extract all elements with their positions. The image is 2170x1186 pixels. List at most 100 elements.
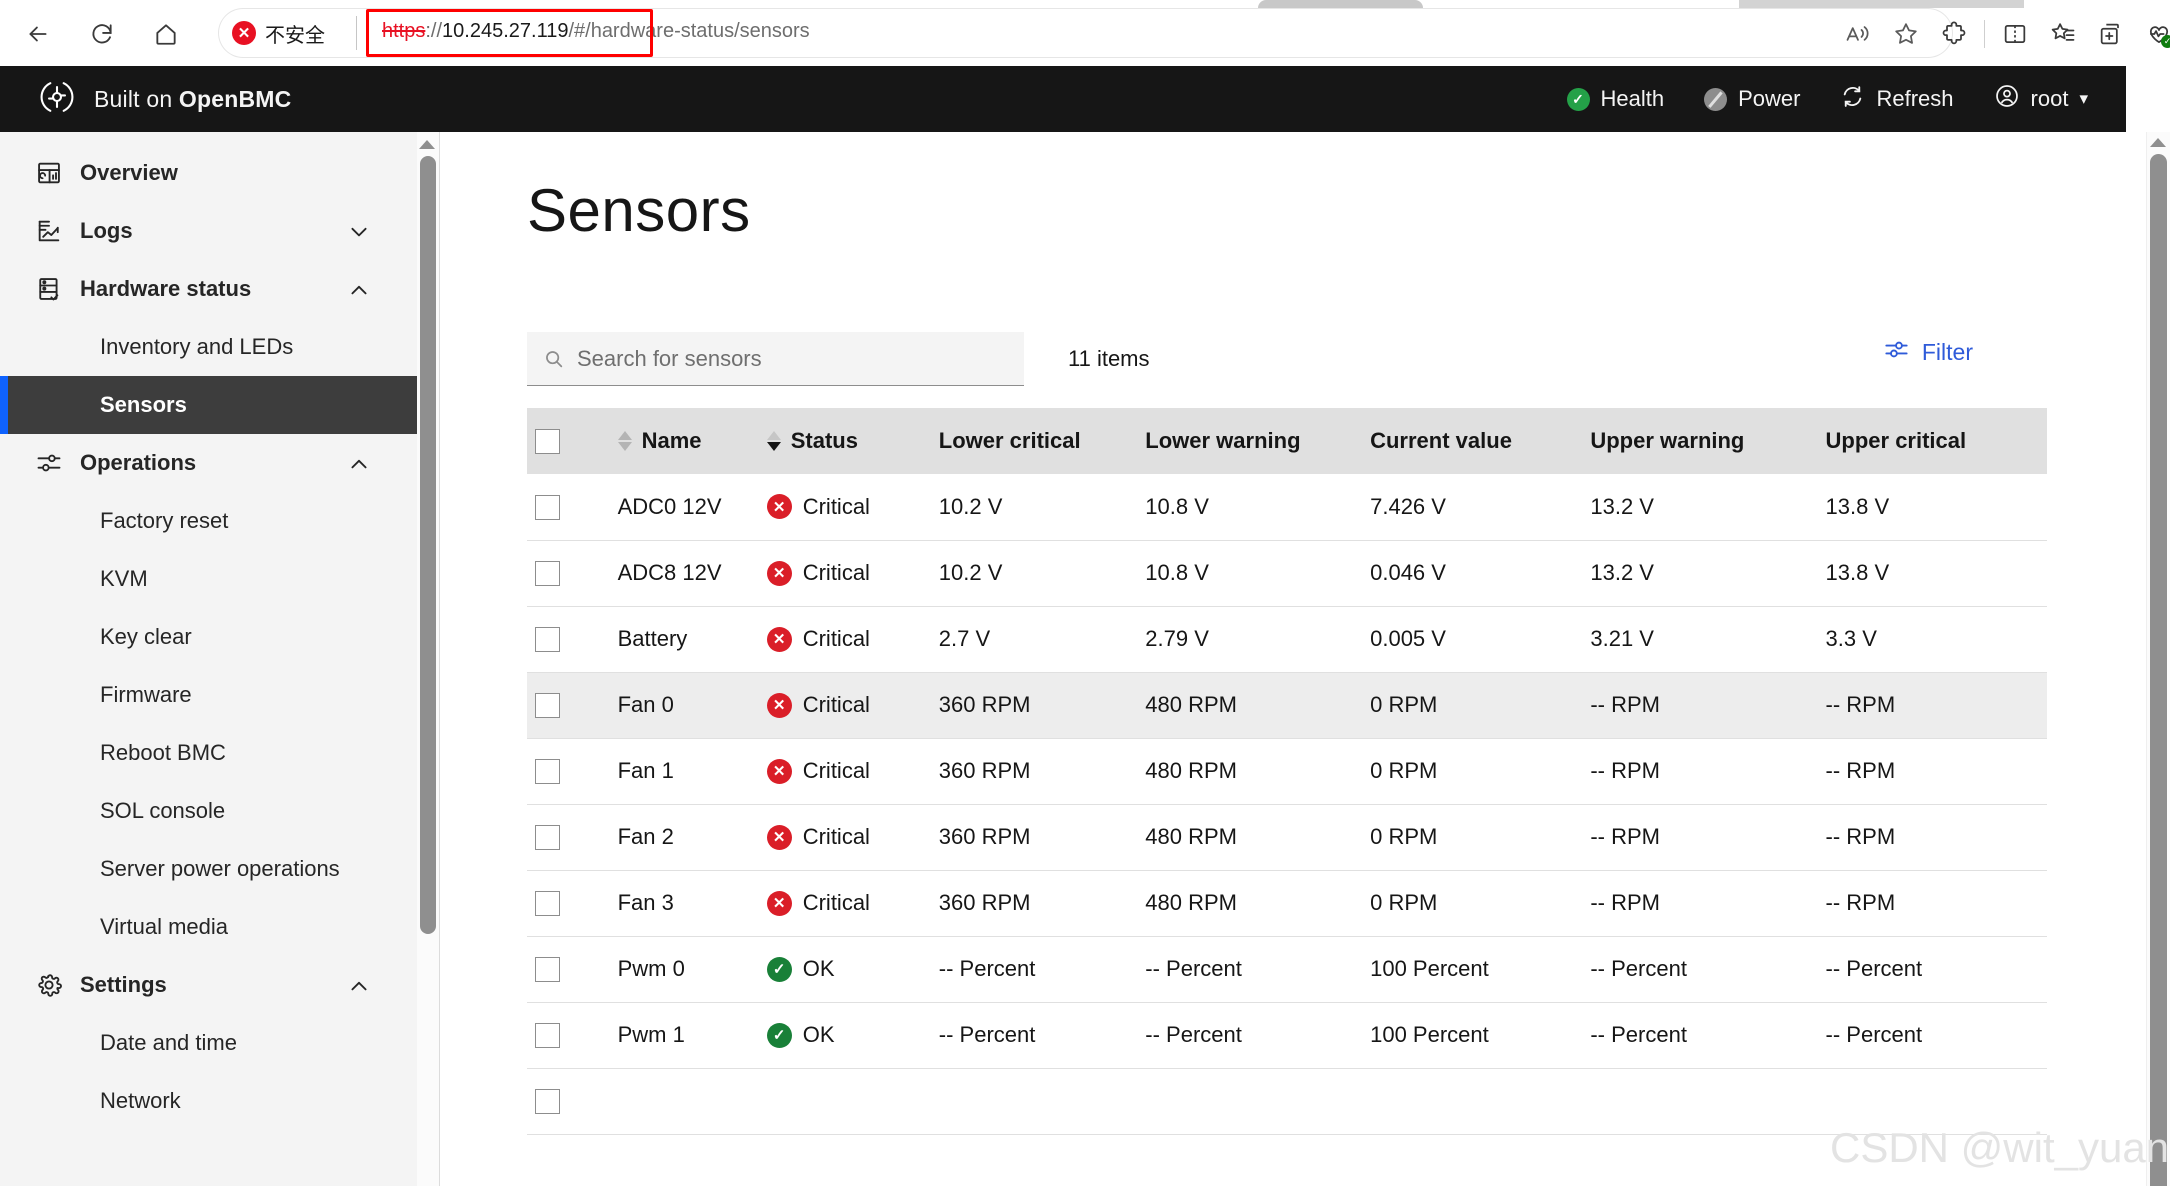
column-header-label: Upper critical: [1825, 428, 1967, 453]
sidebar-item-sensors[interactable]: Sensors: [0, 376, 418, 434]
sidebar-item-kvm[interactable]: KVM: [0, 550, 418, 608]
sidebar-item-server-power-operations[interactable]: Server power operations: [0, 840, 418, 898]
sidebar-item-overview[interactable]: Overview: [0, 144, 418, 202]
search-box[interactable]: [527, 332, 1024, 386]
page-scrollbar-thumb[interactable]: [2150, 154, 2167, 1186]
status-label: Critical: [802, 692, 870, 717]
sidebar-item-network[interactable]: Network: [0, 1072, 418, 1130]
row-checkbox-cell[interactable]: [527, 804, 610, 871]
favorite-star-icon[interactable]: [1882, 10, 1930, 58]
chevron-up-icon[interactable]: [348, 452, 370, 474]
sort-arrows-icon[interactable]: [617, 431, 632, 451]
cell-status: ✕ Critical: [758, 672, 931, 739]
row-checkbox-cell[interactable]: [527, 606, 610, 673]
sidebar-item-inventory-and-leds[interactable]: Inventory and LEDs: [0, 318, 418, 376]
table-row[interactable]: Pwm 0 ✓ OK -- Percent -- Percent 100 Percent -…: [527, 936, 2047, 1003]
cell-name: Pwm 0: [609, 936, 759, 1003]
page-scrollbar[interactable]: [2146, 132, 2170, 1186]
table-row[interactable]: Fan 3 ✕ Critical 360 RPM 480 RPM 0 RPM -- RPM -…: [527, 870, 2047, 937]
sidebar-scrollbar[interactable]: [417, 132, 439, 1186]
split-screen-icon[interactable]: [1991, 10, 2039, 58]
row-checkbox[interactable]: [535, 957, 560, 983]
row-checkbox[interactable]: [535, 825, 560, 851]
sidebar-item-label: Inventory and LEDs: [100, 334, 294, 359]
url-text[interactable]: https://10.245.27.119/#/hardware-status/…: [382, 20, 810, 48]
row-checkbox[interactable]: [535, 759, 560, 785]
column-header-name[interactable]: Name: [609, 408, 759, 474]
home-button[interactable]: [146, 14, 186, 54]
chevron-up-icon[interactable]: [348, 974, 370, 996]
row-checkbox-cell[interactable]: [527, 672, 610, 739]
cell-name: Fan 3: [609, 870, 759, 937]
gear-icon: [34, 970, 64, 1000]
user-menu[interactable]: root ▾: [1974, 66, 2108, 132]
chevron-up-icon[interactable]: [348, 278, 370, 300]
sidebar-item-date-and-time[interactable]: Date and time: [0, 1014, 418, 1072]
table-row[interactable]: Battery ✕ Critical 2.7 V 2.79 V 0.005 V 3.21 V…: [527, 606, 2047, 673]
row-checkbox[interactable]: [535, 891, 560, 917]
sidebar-item-key-clear[interactable]: Key clear: [0, 608, 418, 666]
page-scroll-up-arrow-icon[interactable]: [2150, 138, 2166, 147]
table-row[interactable]: Pwm 1 ✓ OK -- Percent -- Percent 100 Percent -…: [527, 1002, 2047, 1069]
sidebar-item-hardware-status[interactable]: Hardware status: [0, 260, 418, 318]
row-checkbox[interactable]: [535, 693, 560, 719]
row-checkbox-cell[interactable]: [527, 1068, 610, 1135]
table-row[interactable]: ADC8 12V ✕ Critical 10.2 V 10.8 V 0.046 V 13.2…: [527, 540, 2047, 607]
sidebar-item-reboot-bmc[interactable]: Reboot BMC: [0, 724, 418, 782]
sidebar-item-logs[interactable]: Logs: [0, 202, 418, 260]
row-checkbox[interactable]: [535, 1023, 560, 1049]
table-row[interactable]: Fan 2 ✕ Critical 360 RPM 480 RPM 0 RPM -- RPM -…: [527, 804, 2047, 871]
row-checkbox-cell[interactable]: [527, 474, 610, 541]
row-checkbox-cell[interactable]: [527, 1002, 610, 1069]
table-row[interactable]: Fan 0 ✕ Critical 360 RPM 480 RPM 0 RPM -- RPM -…: [527, 672, 2047, 739]
sidebar-item-firmware[interactable]: Firmware: [0, 666, 418, 724]
back-button[interactable]: [18, 14, 58, 54]
sidebar-scrollbar-thumb[interactable]: [420, 156, 436, 934]
sidebar-item-factory-reset[interactable]: Factory reset: [0, 492, 418, 550]
power-status[interactable]: Power: [1684, 66, 1820, 132]
browser-essentials-icon[interactable]: ✓: [2135, 10, 2170, 58]
cell-name: Pwm 1: [609, 1002, 759, 1069]
collections-icon[interactable]: [2039, 10, 2087, 58]
sidebar-item-sol-console[interactable]: SOL console: [0, 782, 418, 840]
chevron-down-icon[interactable]: [348, 220, 370, 242]
reload-button[interactable]: [82, 14, 122, 54]
row-checkbox[interactable]: [535, 1089, 560, 1115]
cell-lower-warn: 2.79 V: [1137, 606, 1363, 673]
row-checkbox-cell[interactable]: [527, 936, 610, 1003]
cell-status: ✓ OK: [758, 936, 931, 1003]
sidebar-item-operations[interactable]: Operations: [0, 434, 418, 492]
sort-arrows-icon[interactable]: [766, 431, 781, 451]
tab-strip-edge-right: [1739, 0, 2024, 8]
refresh-button[interactable]: Refresh: [1820, 66, 1973, 132]
cell-upper-warn: -- RPM: [1582, 870, 1818, 937]
add-to-tab-group-icon[interactable]: [2087, 10, 2135, 58]
sidebar-item-virtual-media[interactable]: Virtual media: [0, 898, 418, 956]
extensions-puzzle-icon[interactable]: [1930, 10, 1978, 58]
security-indicator[interactable]: ✕ 不安全: [232, 19, 325, 47]
brand[interactable]: Built on OpenBMC: [38, 78, 291, 121]
row-checkbox[interactable]: [535, 561, 560, 587]
server-check-icon: [34, 274, 64, 304]
sidebar-item-label: SOL console: [100, 798, 226, 823]
status-critical-icon: ✕: [766, 494, 792, 520]
table-row[interactable]: Fan 1 ✕ Critical 360 RPM 480 RPM 0 RPM -- RPM -…: [527, 738, 2047, 805]
column-header-status[interactable]: Status: [758, 408, 931, 474]
row-checkbox-cell[interactable]: [527, 870, 610, 937]
row-checkbox-cell[interactable]: [527, 540, 610, 607]
cell-current: 0 RPM: [1362, 804, 1583, 871]
scroll-up-arrow-icon[interactable]: [419, 140, 435, 149]
status-critical-icon: ✕: [766, 824, 792, 850]
select-all-checkbox[interactable]: [535, 429, 560, 455]
filter-button[interactable]: Filter: [1883, 336, 1973, 369]
search-input[interactable]: [577, 332, 1007, 386]
table-row[interactable]: [527, 1068, 2047, 1135]
table-row[interactable]: ADC0 12V ✕ Critical 10.2 V 10.8 V 7.426 V 13.2…: [527, 474, 2047, 541]
health-status[interactable]: ✓ Health: [1547, 66, 1685, 132]
read-aloud-icon[interactable]: [1834, 10, 1882, 58]
cell-lower-warn: 480 RPM: [1137, 672, 1363, 739]
row-checkbox[interactable]: [535, 495, 560, 521]
sidebar-item-settings[interactable]: Settings: [0, 956, 418, 1014]
row-checkbox[interactable]: [535, 627, 560, 653]
row-checkbox-cell[interactable]: [527, 738, 610, 805]
